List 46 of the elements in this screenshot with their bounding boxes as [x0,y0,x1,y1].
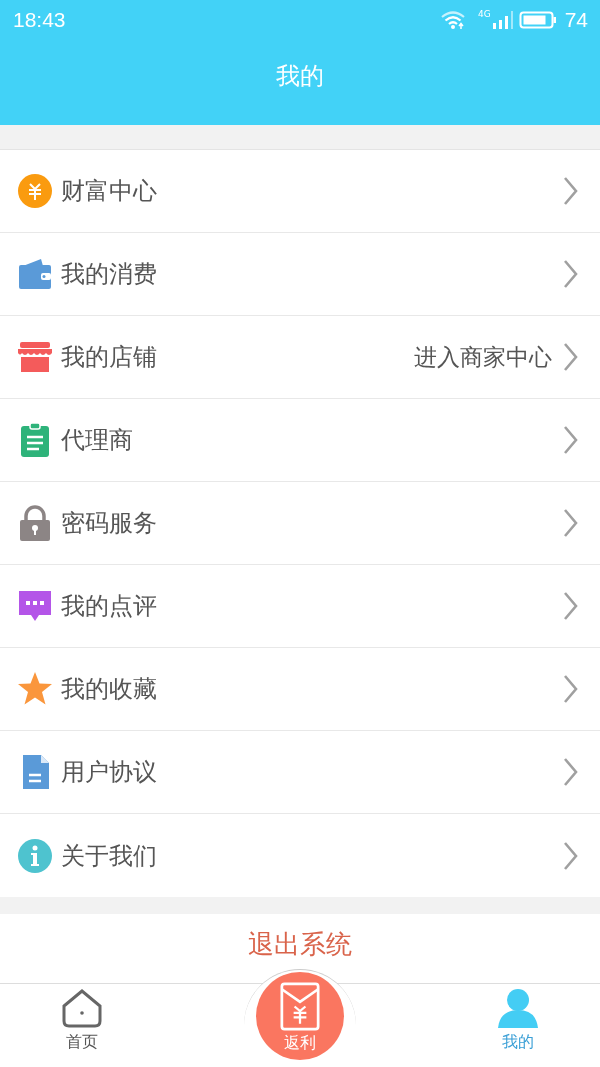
padlock-icon [17,505,53,541]
menu-item[interactable]: 财富中心 [0,150,600,233]
yen-coin-icon [17,173,53,209]
menu-item[interactable]: 密码服务 [0,482,600,565]
signal-icon [490,10,515,30]
menu-label: 我的消费 [61,259,157,290]
menu-item[interactable]: 我的收藏 [0,648,600,731]
logout-button[interactable]: 退出系统 [248,928,352,961]
menu-label: 用户协议 [61,757,157,788]
menu-label: 代理商 [61,425,133,456]
menu-label: 我的店铺 [61,342,157,373]
menu-item[interactable]: 代理商 [0,399,600,482]
wallet-icon [17,256,53,292]
page-title: 我的 [276,61,324,92]
chevron-right-icon [562,259,578,289]
menu-item[interactable]: 关于我们 [0,814,600,897]
chevron-right-icon [562,757,578,787]
menu-item[interactable]: 我的点评 [0,565,600,648]
menu-item[interactable]: 用户协议 [0,731,600,814]
tab-item[interactable]: 首页 [42,969,122,1067]
chevron-right-icon [562,840,578,871]
network-type: 4G [477,9,491,19]
menu-label: 关于我们 [61,840,157,872]
chevron-right-icon [562,176,578,206]
chevron-right-icon [562,591,578,621]
person-icon [496,988,540,1028]
info-icon [17,837,53,874]
menu-detail: 进入商家中心 [414,342,552,372]
shop-awning-icon [17,339,53,375]
home-icon [60,988,104,1028]
battery-level: 74 [564,8,588,32]
menu-label: 我的点评 [61,591,157,622]
menu-label: 财富中心 [61,176,157,207]
battery-icon [518,10,557,30]
clock-time: 18:43 [13,8,66,32]
star-icon [17,671,53,707]
chevron-right-icon [562,342,578,372]
envelope-icon [280,982,320,1031]
chevron-right-icon [562,674,578,704]
wifi-icon [439,10,466,30]
menu-item[interactable]: 我的消费 [0,233,600,316]
menu-item[interactable]: 我的店铺 进入商家中心 [0,316,600,399]
chevron-right-icon [562,425,578,455]
menu-label: 我的收藏 [61,674,157,705]
chevron-right-icon [562,508,578,538]
menu-label: 密码服务 [61,508,157,539]
